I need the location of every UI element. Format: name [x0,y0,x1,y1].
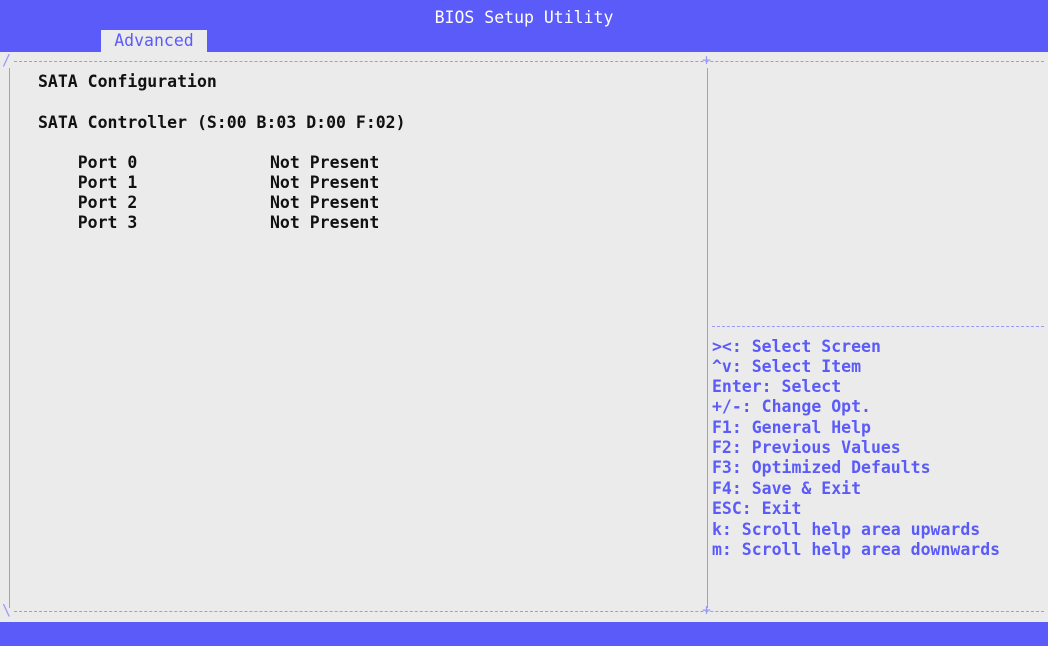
help-key-f1: F1: General Help [712,418,871,437]
port-row[interactable]: Port 0 Not Present [38,133,380,172]
help-key-esc: ESC: Exit [712,499,802,518]
frame-bottom-border [14,611,1044,612]
frame-top-border [14,61,1044,62]
page-title: SATA Configuration [38,72,217,91]
port-status: Not Present [270,153,380,172]
help-key-f2: F2: Previous Values [712,438,901,457]
bios-title: BIOS Setup Utility [434,8,614,27]
tab-advanced[interactable]: Advanced [101,30,207,52]
frame-divider [707,68,708,608]
port-status: Not Present [270,213,380,232]
frame-corner-top-junction: + [702,51,712,69]
help-key-change-opt: +/-: Change Opt. [712,397,871,416]
frame-left-border [9,68,10,608]
status-bar [0,622,1048,646]
title-bar: BIOS Setup Utility Advanced [0,0,1048,52]
help-key-select-item: ^v: Select Item [712,357,862,376]
help-key-f4: F4: Save & Exit [712,479,862,498]
port-row[interactable]: Port 1 Not Present [38,153,380,192]
port-row[interactable]: Port 3 Not Present [38,193,380,232]
port-label: Port 3 [77,213,138,232]
frame-corner-bottom-junction: + [702,601,712,619]
frame-corner-top-left: / [2,51,12,69]
help-separator [712,326,1044,327]
frame-corner-bottom-left: \ [2,601,12,619]
port-status: Not Present [270,173,380,192]
main-panel: / + \ + SATA Configuration SATA Controll… [0,52,1048,622]
port-status: Not Present [270,193,380,212]
sata-controller-info: SATA Controller (S:00 B:03 D:00 F:02) [38,113,406,132]
help-key-select-screen: ><: Select Screen [712,337,881,356]
port-row[interactable]: Port 2 Not Present [38,173,380,212]
help-key-f3: F3: Optimized Defaults [712,458,931,477]
help-key-enter: Enter: Select [712,377,842,396]
help-key-k: k: Scroll help area upwards [712,520,981,539]
help-key-m: m: Scroll help area downwards [712,540,1001,559]
